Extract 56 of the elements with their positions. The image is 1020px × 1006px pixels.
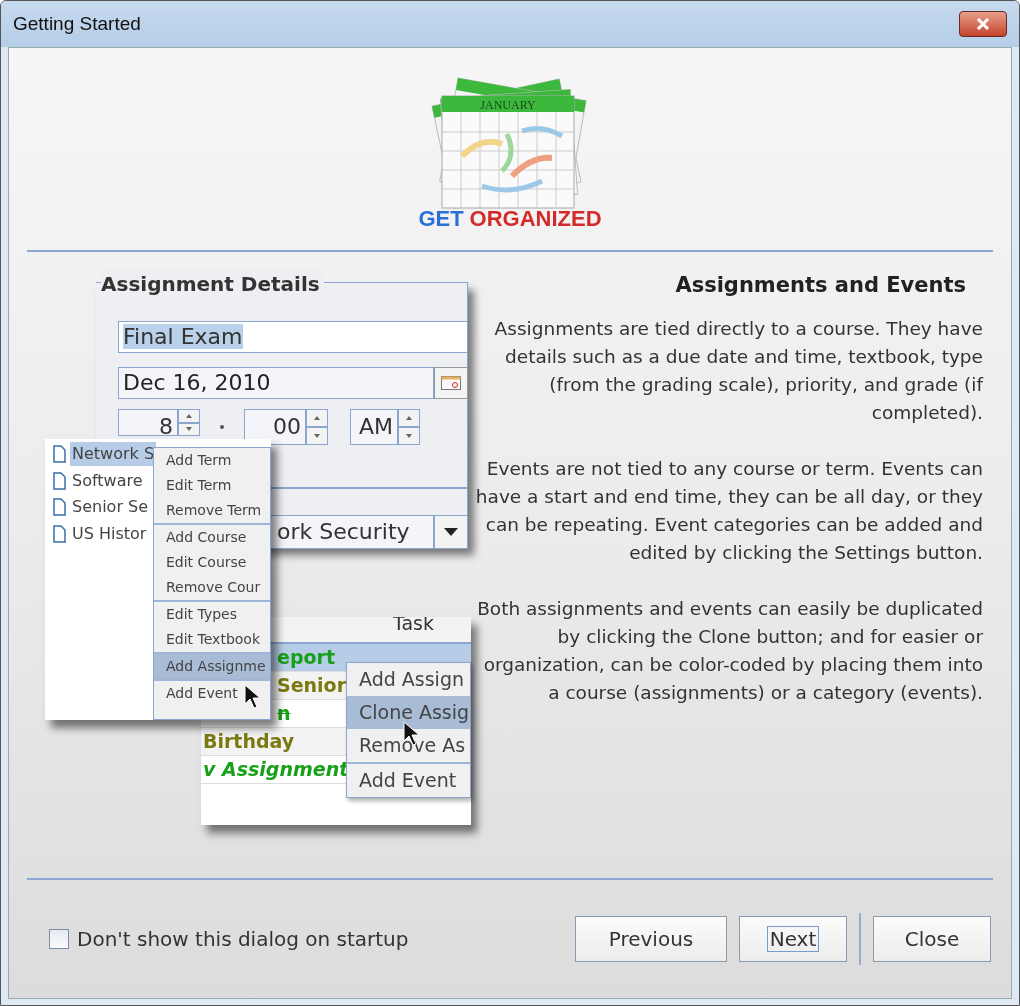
- dialog-button[interactable]: Close: [873, 916, 991, 962]
- spin-up-button[interactable]: [178, 409, 200, 423]
- tree-item[interactable]: Network S: [70, 442, 157, 467]
- spinner-field[interactable]: AM: [350, 409, 398, 445]
- info-paragraph: Both assignments and events can easily be duplicated by clicking the Clone button; and for easier or organization, can be color-coded by placing them into a course (assignments) or a category (events).: [476, 596, 983, 705]
- tree-item[interactable]: Senior Se: [70, 495, 151, 520]
- task-name: Senior: [277, 674, 347, 696]
- time-separator: [220, 425, 224, 429]
- cursor-icon: [244, 684, 262, 710]
- up-arrow-icon: [406, 416, 412, 420]
- spin-down-button[interactable]: [398, 427, 420, 445]
- down-arrow-icon: [406, 434, 412, 438]
- calendar-icon: [441, 376, 461, 390]
- task-name: v Assignment: [203, 758, 349, 780]
- task-name: eport: [277, 646, 335, 668]
- info-paragraph: Assignments are tied directly to a course. They have details such as a due date and time, textbook, type (from the grading scale), priority, and grade (if completed).: [493, 316, 983, 425]
- spin-up-button[interactable]: [398, 409, 420, 427]
- dialog-button[interactable]: Next: [739, 916, 847, 962]
- menu-item[interactable]: Add Event: [154, 681, 270, 706]
- document-icon: [53, 524, 66, 543]
- down-arrow-icon: [186, 427, 192, 432]
- document-icon: [53, 498, 66, 517]
- down-arrow-icon: [444, 528, 458, 536]
- dialog-button[interactable]: Previous: [575, 916, 727, 962]
- task-name: Birthday: [203, 730, 295, 752]
- dropdown-button[interactable]: [434, 515, 468, 549]
- menu-item[interactable]: Add Assignme: [154, 654, 270, 679]
- logo-title: ORGANIZED: [469, 208, 602, 230]
- menu-item[interactable]: Edit Course: [154, 550, 270, 575]
- menu-item[interactable]: Add Event: [347, 764, 470, 797]
- up-arrow-icon: [314, 416, 320, 420]
- spinner-field[interactable]: 8: [118, 409, 178, 436]
- menu-item[interactable]: Clone Assig: [347, 696, 470, 729]
- spin-up-button[interactable]: [306, 409, 328, 427]
- info-heading: Assignments and Events: [675, 272, 966, 299]
- tree-item[interactable]: Software: [70, 468, 145, 493]
- calendar-button[interactable]: [434, 367, 468, 399]
- menu-item[interactable]: Add Term: [154, 448, 270, 473]
- menu-item[interactable]: Remove Cour: [154, 575, 270, 600]
- spin-down-button[interactable]: [306, 427, 328, 445]
- menu-item[interactable]: Edit Term: [154, 473, 270, 498]
- close-button[interactable]: [959, 11, 1007, 37]
- name-field[interactable]: Final Exam: [118, 321, 468, 353]
- tree-item[interactable]: US Histor: [70, 521, 149, 546]
- checkbox[interactable]: [49, 929, 69, 949]
- close-icon: [976, 18, 990, 30]
- date-field[interactable]: Dec 16, 2010: [118, 367, 434, 399]
- spinner-field[interactable]: 00: [244, 409, 306, 445]
- document-icon: [53, 471, 66, 490]
- up-arrow-icon: [186, 413, 192, 418]
- window-title: Getting Started: [13, 11, 141, 36]
- checkbox-label: Don't show this dialog on startup: [77, 926, 409, 953]
- info-paragraph: Events are not tied to any course or term. Events can have a start and end time, they can be all day, or they can be repeating. Event categories can be added and edited by clicking the Settings button.: [474, 456, 983, 565]
- document-icon: [53, 445, 66, 464]
- task-name: n: [277, 702, 291, 724]
- down-arrow-icon: [314, 434, 320, 438]
